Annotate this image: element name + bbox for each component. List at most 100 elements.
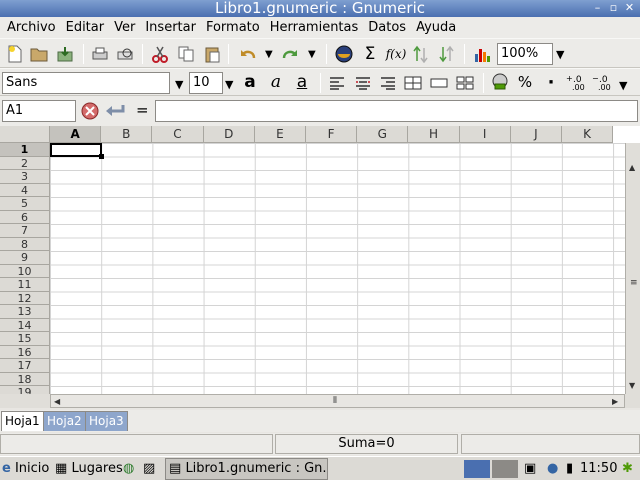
redo-icon[interactable]	[280, 44, 300, 64]
scroll-up-arrow-icon[interactable]: ▲	[629, 163, 635, 172]
scroll-left-arrow-icon[interactable]: ◀	[54, 397, 60, 406]
row-header[interactable]: 6	[0, 210, 50, 224]
row-header[interactable]: 9	[0, 251, 50, 265]
row-header[interactable]: 5	[0, 197, 50, 211]
cut-icon[interactable]	[150, 44, 170, 64]
volume-icon[interactable]: ▮	[566, 460, 573, 478]
equals-icon[interactable]: =	[136, 101, 149, 119]
row-header[interactable]: 3	[0, 170, 50, 184]
workspace-2[interactable]	[492, 460, 518, 478]
split-cells-icon[interactable]	[455, 73, 475, 93]
network-monitor-icon[interactable]: ▣	[524, 460, 536, 478]
column-header[interactable]: F	[306, 126, 358, 143]
places-menu-button[interactable]: ▦ Lugares	[55, 460, 123, 478]
row-header[interactable]: 4	[0, 183, 50, 197]
sort-descending-icon[interactable]	[437, 44, 457, 64]
menu-herramientas[interactable]: Herramientas	[265, 20, 364, 35]
undo-dropdown-icon[interactable]: ▼	[265, 49, 273, 60]
update-notifier-icon[interactable]: ✱	[622, 460, 633, 478]
cancel-edit-icon[interactable]	[80, 101, 100, 121]
underline-icon[interactable]: a	[292, 72, 312, 92]
font-size-dropdown-icon[interactable]: ▼	[225, 78, 233, 91]
tab-hoja2[interactable]: Hoja2	[43, 411, 86, 431]
maximize-icon[interactable]: ▫	[606, 1, 621, 15]
scroll-thumb-grip-icon[interactable]: ≡	[630, 278, 638, 288]
row-header[interactable]: 10	[0, 264, 50, 278]
accept-edit-icon[interactable]	[105, 101, 125, 121]
image-viewer-launcher-icon[interactable]: ▨	[143, 460, 155, 478]
row-header[interactable]: 19	[0, 386, 50, 394]
notification-icon[interactable]: ●	[547, 460, 558, 478]
fill-handle[interactable]	[99, 154, 104, 159]
row-header[interactable]: 2	[0, 156, 50, 170]
column-header[interactable]: K	[562, 126, 614, 143]
merge-cells-icon[interactable]	[403, 73, 423, 93]
row-header[interactable]: 12	[0, 291, 50, 305]
percent-format-icon[interactable]: %	[515, 72, 535, 92]
zoom-dropdown-icon[interactable]: ▼	[556, 48, 564, 61]
undo-icon[interactable]	[238, 44, 258, 64]
workspace-1[interactable]	[464, 460, 490, 478]
menu-formato[interactable]: Formato	[201, 20, 265, 35]
row-header[interactable]: 16	[0, 345, 50, 359]
function-icon[interactable]: f(x)	[386, 44, 407, 64]
row-header[interactable]: 18	[0, 372, 50, 386]
minimize-icon[interactable]: –	[590, 1, 605, 15]
redo-dropdown-icon[interactable]: ▼	[308, 49, 316, 60]
print-preview-icon[interactable]	[115, 44, 135, 64]
start-menu-button[interactable]: e Inicio	[2, 460, 49, 478]
tab-hoja1[interactable]: Hoja1	[1, 411, 44, 431]
column-header[interactable]: A	[50, 126, 102, 143]
zoom-combo[interactable]: 100%	[497, 43, 553, 65]
thousands-separator-icon[interactable]: ·	[541, 72, 561, 93]
font-size-combo[interactable]: 10	[189, 72, 223, 94]
scroll-right-arrow-icon[interactable]: ▶	[612, 397, 618, 406]
column-header[interactable]: G	[357, 126, 409, 143]
vertical-scrollbar[interactable]: ▲ ≡ ▼	[625, 143, 640, 394]
column-header[interactable]: E	[254, 126, 306, 143]
align-center-icon[interactable]	[353, 73, 373, 93]
close-icon[interactable]: ✕	[622, 1, 637, 15]
font-name-combo[interactable]: Sans	[2, 72, 170, 94]
row-header[interactable]: 8	[0, 237, 50, 251]
cell-area[interactable]	[50, 143, 625, 394]
horizontal-scroll-track[interactable]: ◀ ⦀ ▶	[50, 394, 625, 408]
chart-icon[interactable]	[472, 44, 492, 64]
cell-reference-box[interactable]: A1	[2, 100, 76, 122]
menu-ayuda[interactable]: Ayuda	[411, 20, 461, 35]
horizontal-scrollbar[interactable]: ◀ ⦀ ▶	[0, 394, 640, 408]
column-header[interactable]: B	[101, 126, 153, 143]
bold-icon[interactable]: a	[240, 72, 260, 92]
sort-ascending-icon[interactable]	[411, 44, 431, 64]
web-browser-launcher-icon[interactable]: ◍	[123, 460, 134, 478]
row-header[interactable]: 17	[0, 359, 50, 373]
row-header[interactable]: 13	[0, 305, 50, 319]
menu-ver[interactable]: Ver	[109, 20, 140, 35]
clock[interactable]: 11:50	[580, 460, 617, 478]
formula-input[interactable]	[155, 100, 638, 122]
column-header[interactable]: D	[203, 126, 255, 143]
menu-insertar[interactable]: Insertar	[140, 20, 201, 35]
currency-format-icon[interactable]	[490, 72, 510, 92]
print-icon[interactable]	[90, 44, 110, 64]
row-header[interactable]: 7	[0, 224, 50, 238]
increase-decimals-icon[interactable]: + .0.00	[566, 72, 586, 92]
scroll-down-arrow-icon[interactable]: ▼	[629, 381, 635, 390]
tab-hoja3[interactable]: Hoja3	[85, 411, 128, 431]
font-name-dropdown-icon[interactable]: ▼	[175, 78, 183, 91]
menu-archivo[interactable]: Archivo	[2, 20, 61, 35]
column-header[interactable]: J	[510, 126, 562, 143]
column-header[interactable]: I	[459, 126, 511, 143]
select-all-corner[interactable]	[0, 126, 50, 143]
column-header[interactable]: H	[408, 126, 460, 143]
italic-icon[interactable]: a	[266, 72, 286, 92]
row-header[interactable]: 11	[0, 278, 50, 292]
column-header[interactable]: C	[152, 126, 204, 143]
new-file-icon[interactable]	[5, 44, 25, 64]
sum-icon[interactable]: Σ	[360, 44, 380, 64]
align-right-icon[interactable]	[378, 73, 398, 93]
task-gnumeric-window[interactable]: ▤ Libro1.gnumeric : Gn...	[165, 458, 328, 480]
row-header[interactable]: 1	[0, 143, 50, 157]
row-header[interactable]: 14	[0, 318, 50, 332]
paste-icon[interactable]	[202, 44, 222, 64]
